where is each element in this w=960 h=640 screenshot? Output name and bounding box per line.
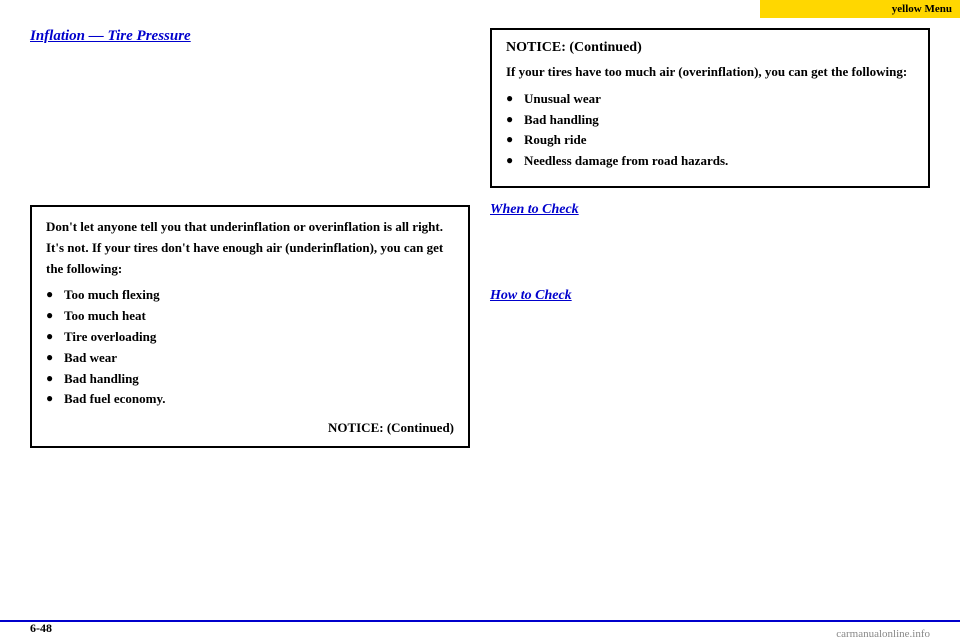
left-notice-box: Don't let anyone tell you that underinfl…: [30, 205, 470, 448]
bullet-unusual-wear: Unusual wear: [506, 89, 914, 110]
bottom-divider: [0, 620, 960, 622]
how-to-check-body: [490, 310, 930, 360]
when-to-check-heading: When to Check: [490, 202, 930, 218]
bullet-bad-wear: Bad wear: [46, 348, 454, 369]
watermark: carmanualonline.info: [836, 628, 930, 640]
right-notice-body: If your tires have too much air (overinf…: [506, 62, 914, 172]
left-column: Inflation — Tire Pressure Don't let anyo…: [30, 28, 470, 448]
left-notice-intro: Don't let anyone tell you that underinfl…: [46, 217, 454, 410]
when-to-check-body: [490, 224, 930, 274]
page-number: 6-48: [30, 621, 52, 636]
bullet-bad-handling: Bad handling: [46, 369, 454, 390]
right-notice-title: NOTICE: (Continued): [506, 40, 914, 56]
right-notice-box: NOTICE: (Continued) If your tires have t…: [490, 28, 930, 188]
bullet-rough-ride: Rough ride: [506, 130, 914, 151]
left-bullet-list: Too much flexing Too much heat Tire over…: [46, 285, 454, 410]
top-bar: yellow Menu: [760, 0, 960, 18]
right-column: NOTICE: (Continued) If your tires have t…: [490, 28, 930, 368]
bullet-bad-handling-right: Bad handling: [506, 110, 914, 131]
bullet-needless-damage: Needless damage from road hazards.: [506, 151, 914, 172]
left-notice-continued: NOTICE: (Continued): [46, 420, 454, 436]
right-bullet-list: Unusual wear Bad handling Rough ride Nee…: [506, 89, 914, 172]
top-bar-label: yellow Menu: [892, 3, 952, 15]
how-to-check-heading: How to Check: [490, 288, 930, 304]
right-notice-intro: If your tires have too much air (overinf…: [506, 62, 914, 83]
bullet-tire-overloading: Tire overloading: [46, 327, 454, 348]
bullet-too-much-flexing: Too much flexing: [46, 285, 454, 306]
inflation-heading: Inflation — Tire Pressure: [30, 28, 470, 45]
bullet-too-much-heat: Too much heat: [46, 306, 454, 327]
bullet-bad-fuel: Bad fuel economy.: [46, 389, 454, 410]
